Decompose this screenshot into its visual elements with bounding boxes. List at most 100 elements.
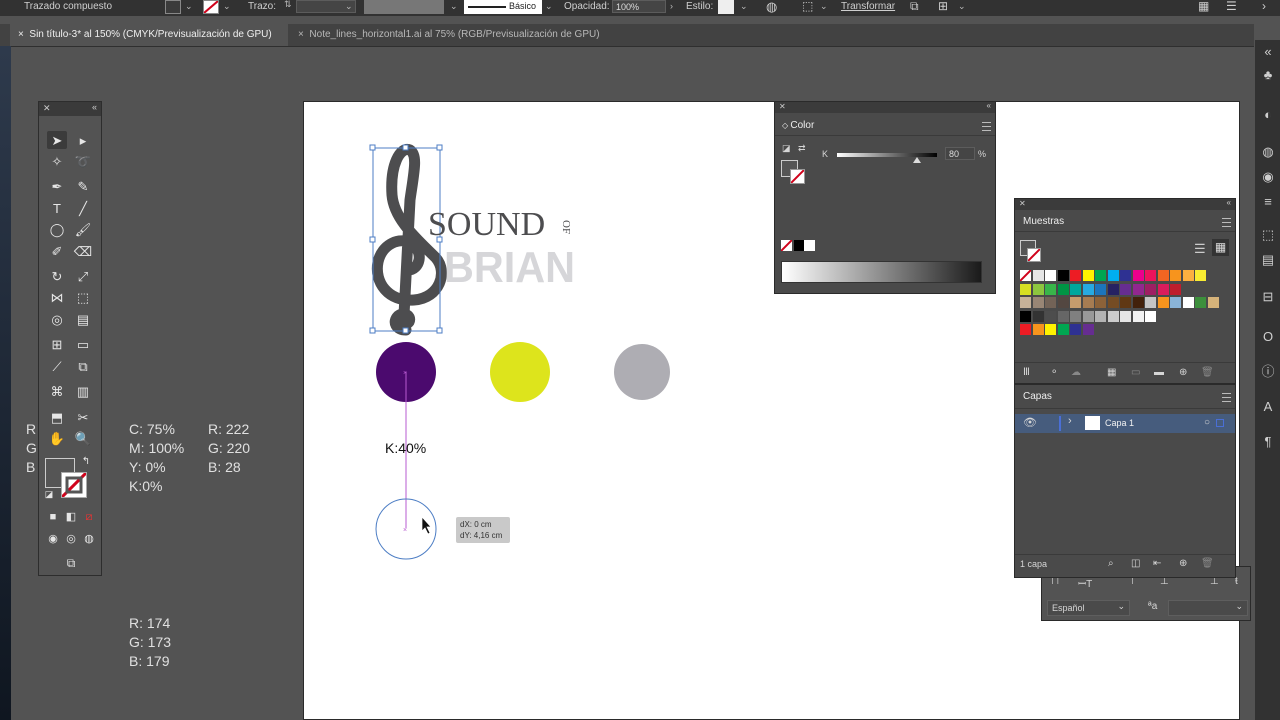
selection-tool-icon[interactable]: ➤: [47, 131, 67, 149]
yellow-circle[interactable]: [490, 342, 550, 402]
color-swatch[interactable]: [1070, 283, 1081, 295]
color-swatch[interactable]: [1082, 270, 1094, 281]
collapse-icon[interactable]: «: [987, 101, 991, 110]
default-colors-icon[interactable]: ◪: [43, 488, 55, 500]
free-transform-tool-icon[interactable]: ⬚: [73, 288, 93, 306]
tab-muestras[interactable]: Muestras: [1018, 212, 1070, 231]
transform-icon[interactable]: ⬚: [1261, 228, 1275, 242]
stroke-color-box[interactable]: [61, 472, 87, 498]
color-swatch[interactable]: [1132, 297, 1144, 308]
collapse-icon[interactable]: «: [1261, 45, 1275, 59]
color-swatch[interactable]: [1120, 283, 1131, 295]
color-swatch[interactable]: [1182, 270, 1194, 281]
graphic-styles-icon[interactable]: ◍: [1261, 145, 1275, 159]
k-slider-track[interactable]: [837, 153, 937, 163]
graph-tool-icon[interactable]: ▥: [73, 382, 93, 400]
type-tool-icon[interactable]: T: [47, 199, 67, 217]
color-stroke-box[interactable]: [790, 169, 805, 184]
color-swatch[interactable]: [1020, 283, 1031, 295]
color-swatch[interactable]: [1070, 324, 1081, 335]
pen-tool-icon[interactable]: ✒: [47, 177, 67, 195]
close-icon[interactable]: ✕: [43, 103, 51, 114]
none-swatch[interactable]: [781, 240, 792, 251]
make-clipping-mask-icon[interactable]: ◫: [1131, 558, 1140, 569]
swatches-stroke-box[interactable]: [1027, 248, 1041, 262]
color-spectrum-bar[interactable]: [781, 261, 982, 283]
color-swatch[interactable]: [1132, 283, 1144, 295]
color-swatch[interactable]: [1020, 310, 1031, 322]
panel-menu-icon[interactable]: [1222, 393, 1231, 402]
paragraph-icon[interactable]: ¶: [1261, 435, 1275, 449]
k-value-field[interactable]: 80: [945, 147, 975, 160]
swatch-kind-icon[interactable]: ⚬: [1050, 367, 1058, 378]
color-swatch[interactable]: [1157, 270, 1169, 281]
color-swatch[interactable]: [1145, 283, 1156, 295]
color-swatch[interactable]: [1070, 297, 1081, 308]
eyedropper-tool-icon[interactable]: ⟋: [47, 357, 67, 375]
color-swatch[interactable]: [1045, 297, 1056, 308]
color-swatch[interactable]: [1045, 283, 1056, 295]
color-swatch[interactable]: [1057, 297, 1069, 308]
color-swatch[interactable]: [1082, 297, 1094, 308]
color-swatch[interactable]: [1045, 310, 1056, 322]
color-swatch[interactable]: [1020, 270, 1031, 281]
draw-inside-icon[interactable]: ◍: [81, 531, 97, 547]
color-swatch[interactable]: [1020, 324, 1031, 335]
character-icon[interactable]: A: [1261, 400, 1275, 414]
color-swatch[interactable]: [1095, 297, 1106, 308]
color-swatch[interactable]: [1095, 310, 1106, 322]
color-swatch[interactable]: [1207, 297, 1219, 308]
color-swatch[interactable]: [1082, 283, 1094, 295]
width-tool-icon[interactable]: ⋈: [47, 288, 67, 306]
transparency-icon[interactable]: ◉: [1261, 170, 1275, 184]
color-swatch[interactable]: [1020, 297, 1031, 308]
scale-tool-icon[interactable]: ⤢: [73, 267, 93, 285]
draw-normal-icon[interactable]: ◉: [45, 531, 61, 547]
tab-color[interactable]: ◇ Color: [777, 116, 820, 135]
direct-selection-tool-icon[interactable]: ▸: [73, 131, 93, 149]
perspective-grid-tool-icon[interactable]: ▤: [73, 310, 93, 328]
color-swatch[interactable]: [1032, 270, 1044, 281]
rotate-tool-icon[interactable]: ↻: [47, 267, 67, 285]
line-tool-icon[interactable]: ╱: [73, 199, 93, 217]
color-swatch[interactable]: [1120, 270, 1131, 281]
grid-view-icon[interactable]: ▦: [1212, 239, 1229, 256]
color-swatch[interactable]: [1145, 310, 1156, 322]
swatch-options-icon[interactable]: ▦: [1107, 367, 1116, 378]
new-layer-icon[interactable]: ⊕: [1179, 558, 1187, 569]
color-swatch[interactable]: [1170, 297, 1181, 308]
color-swatch[interactable]: [1057, 270, 1069, 281]
new-folder-icon[interactable]: ▬: [1154, 367, 1164, 378]
color-swatch[interactable]: [1057, 324, 1069, 335]
appearance-icon[interactable]: ◐: [1261, 108, 1275, 122]
k-slider-thumb[interactable]: [913, 157, 921, 163]
brushes-icon[interactable]: ♣: [1261, 68, 1275, 82]
swap-colors-icon[interactable]: ⇄: [798, 143, 806, 154]
swatch-libraries-icon[interactable]: Ⅲ: [1023, 367, 1030, 378]
draw-behind-icon[interactable]: ◎: [63, 531, 79, 547]
target-icon[interactable]: ○: [1204, 417, 1210, 428]
color-mode-icon[interactable]: ■: [45, 509, 61, 525]
gray-circle[interactable]: [614, 344, 670, 400]
color-swatch[interactable]: [1157, 283, 1169, 295]
list-view-icon[interactable]: ☰: [1194, 241, 1206, 257]
color-swatch[interactable]: [1195, 297, 1206, 308]
lasso-tool-icon[interactable]: ➰: [73, 152, 93, 170]
color-swatch[interactable]: [1107, 310, 1119, 322]
color-swatch[interactable]: [1045, 324, 1056, 335]
color-swatch[interactable]: [1145, 297, 1156, 308]
close-icon[interactable]: ✕: [779, 102, 786, 111]
collapse-icon[interactable]: «: [92, 102, 97, 112]
color-swatch[interactable]: [1070, 270, 1081, 281]
tracking-icon[interactable]: ꟷT: [1078, 576, 1092, 590]
color-swatch[interactable]: [1182, 297, 1194, 308]
color-swatch[interactable]: [1157, 297, 1169, 308]
hand-tool-icon[interactable]: ✋: [47, 429, 67, 447]
mesh-tool-icon[interactable]: ⊞: [47, 335, 67, 353]
color-swatch[interactable]: [1045, 270, 1056, 281]
magic-wand-tool-icon[interactable]: ✧: [47, 152, 67, 170]
selection-indicator[interactable]: [1216, 419, 1224, 427]
color-swatch[interactable]: [1082, 310, 1094, 322]
gradient-mode-icon[interactable]: ◧: [63, 509, 79, 525]
align-icon[interactable]: ▤: [1261, 253, 1275, 267]
